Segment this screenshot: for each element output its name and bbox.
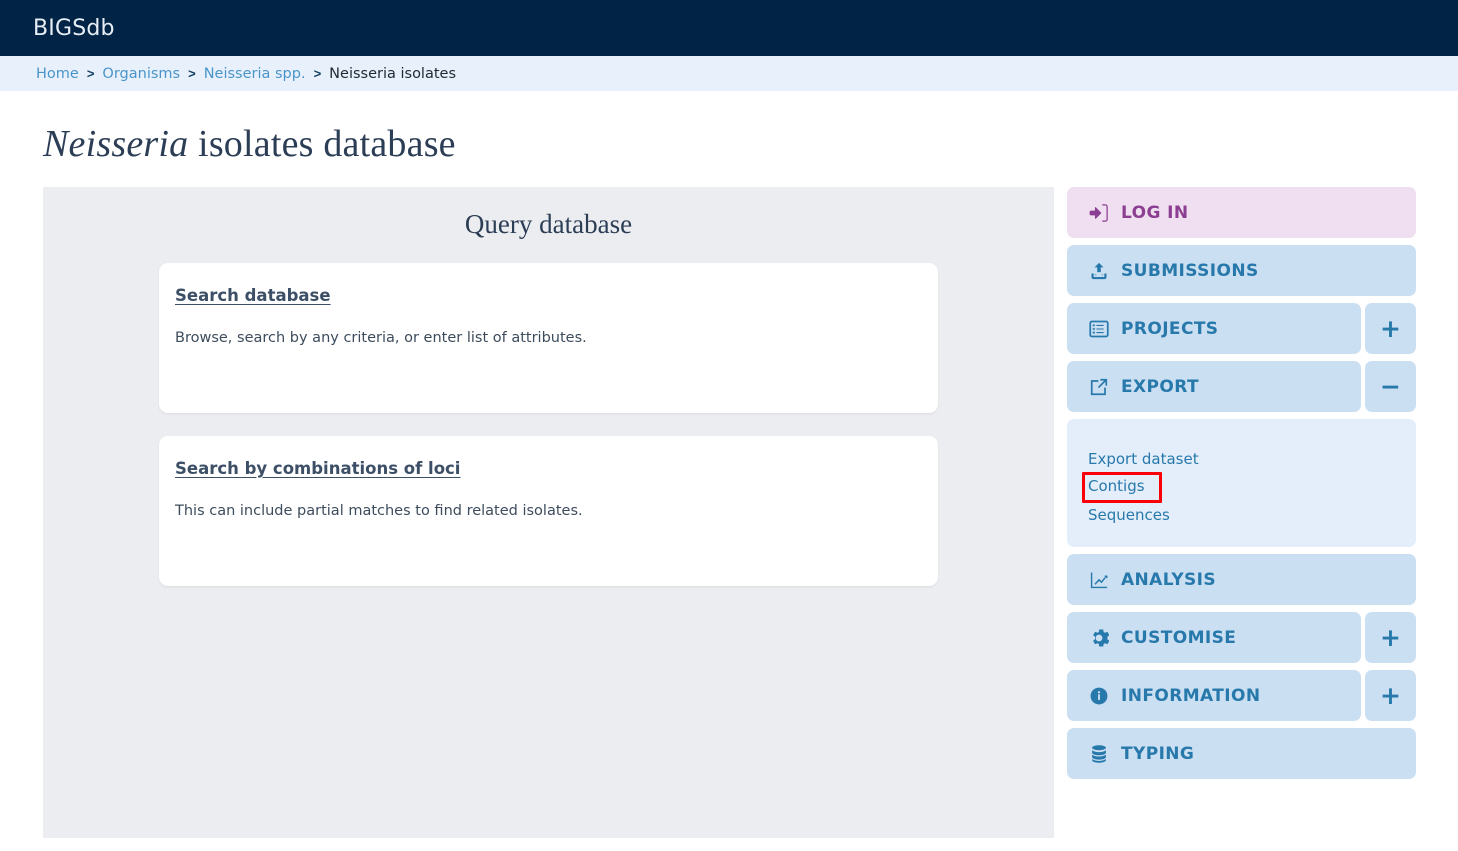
submenu-item-sequences[interactable]: Sequences: [1088, 503, 1170, 527]
sidebar-toggle-information[interactable]: +: [1365, 670, 1416, 721]
sidebar-item-label: LOG IN: [1121, 202, 1189, 223]
breadcrumb: Home > Organisms > Neisseria spp. > Neis…: [0, 56, 1458, 91]
sidebar-item-analysis[interactable]: ANALYSIS: [1067, 554, 1416, 605]
breadcrumb-item-home[interactable]: Home: [36, 66, 79, 82]
sidebar-row-information: INFORMATION +: [1067, 670, 1416, 721]
sidebar-row-submissions: SUBMISSIONS: [1067, 245, 1416, 296]
plus-icon: +: [1380, 623, 1401, 652]
sidebar-item-label: ANALYSIS: [1121, 569, 1217, 590]
sidebar-item-log-in[interactable]: LOG IN: [1067, 187, 1416, 238]
card-search-by-combinations-of-loci[interactable]: Search by combinations of loci This can …: [159, 436, 938, 586]
sidebar-toggle-projects[interactable]: +: [1365, 303, 1416, 354]
sidebar-row-typing: TYPING: [1067, 728, 1416, 779]
card-title-search-database[interactable]: Search database: [175, 286, 331, 305]
section-heading-query-database: Query database: [464, 209, 633, 239]
page-title-species: Neisseria: [43, 123, 189, 165]
sidebar-item-label: INFORMATION: [1121, 685, 1261, 706]
card-description-search-database: Browse, search by any criteria, or enter…: [175, 330, 587, 346]
card-search-database[interactable]: Search database Browse, search by any cr…: [159, 263, 938, 413]
submenu-item-contigs[interactable]: Contigs: [1088, 476, 1145, 497]
highlight-box-contigs: Contigs: [1082, 472, 1162, 503]
sidebar-item-customise[interactable]: CUSTOMISE: [1067, 612, 1361, 663]
breadcrumb-item-organisms[interactable]: Organisms: [102, 66, 180, 82]
sidebar-item-label: SUBMISSIONS: [1121, 260, 1259, 281]
sidebar-item-export[interactable]: EXPORT: [1067, 361, 1361, 412]
sidebar: LOG IN SUBMISSIONS PROJECTS + EXPORT − E…: [1067, 187, 1416, 779]
card-description-search-by-combinations-of-loci: This can include partial matches to find…: [175, 503, 583, 519]
info-circle-icon: [1089, 686, 1109, 706]
sign-in-icon: [1089, 203, 1109, 223]
minus-icon: −: [1380, 372, 1401, 401]
chart-line-icon: [1089, 570, 1109, 590]
page-layout: Query database Search database Browse, s…: [0, 166, 1458, 838]
breadcrumb-item-neisseria-spp[interactable]: Neisseria spp.: [204, 66, 306, 82]
submenu-item-export-dataset[interactable]: Export dataset: [1088, 447, 1199, 471]
submenu-row-contigs: Contigs: [1082, 472, 1416, 503]
breadcrumb-separator: >: [86, 66, 95, 81]
sidebar-item-label: PROJECTS: [1121, 318, 1219, 339]
sidebar-row-export: EXPORT −: [1067, 361, 1416, 412]
breadcrumb-item-current: Neisseria isolates: [329, 65, 457, 82]
sidebar-item-submissions[interactable]: SUBMISSIONS: [1067, 245, 1416, 296]
breadcrumb-separator: >: [313, 66, 322, 81]
sidebar-submenu-export: Export dataset Contigs Sequences: [1067, 419, 1416, 547]
list-icon: [1089, 319, 1109, 339]
sidebar-item-information[interactable]: INFORMATION: [1067, 670, 1361, 721]
database-icon: [1089, 744, 1109, 764]
upload-icon: [1089, 261, 1109, 281]
sidebar-row-customise: CUSTOMISE +: [1067, 612, 1416, 663]
breadcrumb-separator: >: [188, 66, 196, 81]
gear-icon: [1089, 628, 1109, 648]
sidebar-row-log-in: LOG IN: [1067, 187, 1416, 238]
sidebar-item-typing[interactable]: TYPING: [1067, 728, 1416, 779]
app-header: BIGSdb: [0, 0, 1458, 56]
submenu-row-export-dataset: Export dataset: [1088, 447, 1416, 472]
sidebar-row-projects: PROJECTS +: [1067, 303, 1416, 354]
external-link-icon: [1089, 377, 1109, 397]
submenu-row-sequences: Sequences: [1088, 503, 1416, 528]
sidebar-item-label: TYPING: [1121, 743, 1195, 764]
sidebar-item-label: EXPORT: [1121, 376, 1199, 397]
plus-icon: +: [1380, 681, 1401, 710]
app-brand-title: BIGSdb: [33, 15, 115, 41]
plus-icon: +: [1380, 314, 1401, 343]
main-content-panel: Query database Search database Browse, s…: [43, 187, 1054, 838]
sidebar-toggle-export[interactable]: −: [1365, 361, 1416, 412]
sidebar-row-analysis: ANALYSIS: [1067, 554, 1416, 605]
page-title: Neisseria isolates database: [0, 91, 1458, 166]
card-title-search-by-combinations-of-loci[interactable]: Search by combinations of loci: [175, 459, 460, 478]
page-title-suffix: isolates database: [188, 123, 456, 165]
sidebar-item-projects[interactable]: PROJECTS: [1067, 303, 1361, 354]
sidebar-toggle-customise[interactable]: +: [1365, 612, 1416, 663]
sidebar-item-label: CUSTOMISE: [1121, 627, 1237, 648]
